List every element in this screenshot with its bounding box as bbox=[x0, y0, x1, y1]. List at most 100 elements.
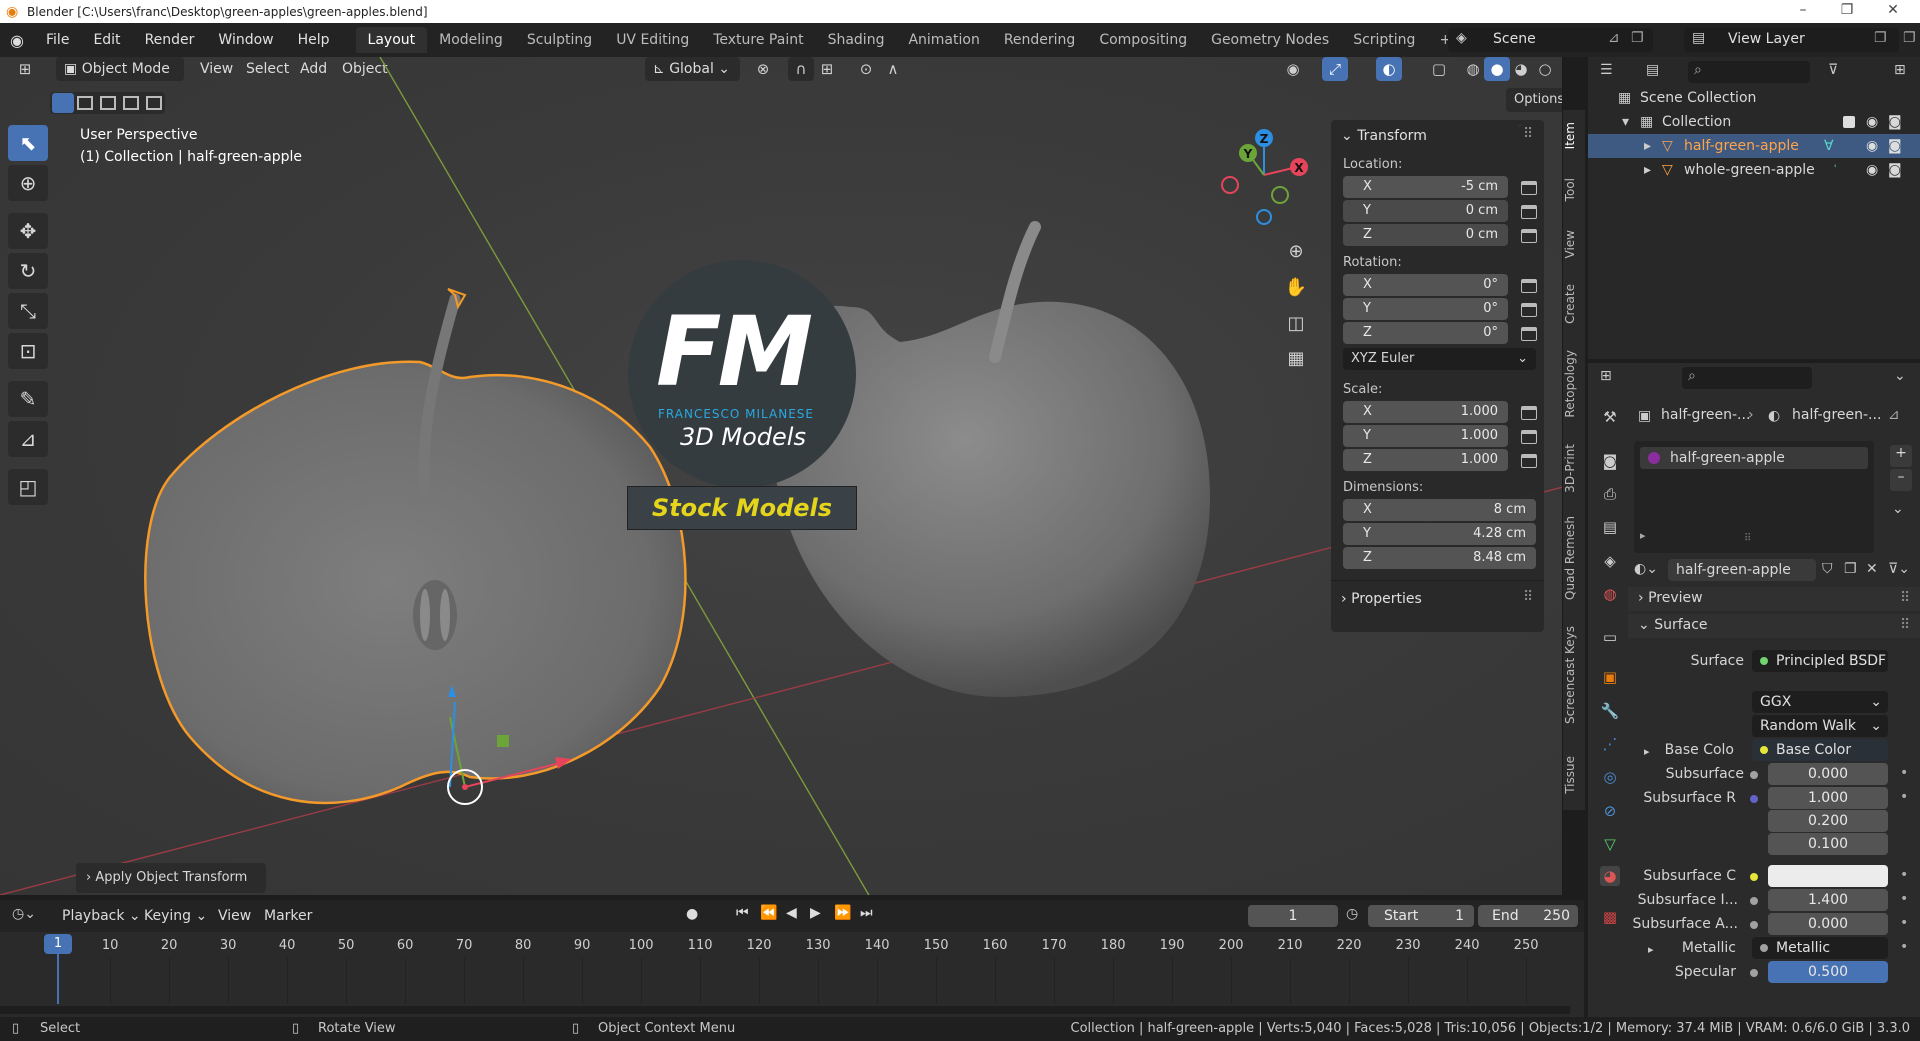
lock-icon[interactable] bbox=[1521, 205, 1537, 219]
collection-props-icon[interactable]: ▭ bbox=[1600, 627, 1620, 647]
physics-props-icon[interactable]: ◎ bbox=[1600, 767, 1620, 787]
modifier-props-icon[interactable]: 🔧 bbox=[1600, 701, 1620, 721]
keyframe-dot-icon[interactable]: • bbox=[1900, 939, 1908, 955]
outliner-item-whole-green-apple[interactable]: ▸ ▽ whole-green-apple ʿ ◉ ◙ bbox=[1588, 158, 1920, 182]
vector-socket-icon[interactable] bbox=[1750, 795, 1758, 803]
subsurface-radius-y-field[interactable]: 0.200 bbox=[1768, 810, 1888, 832]
output-props-icon[interactable]: ⎙ bbox=[1600, 484, 1620, 504]
lock-icon[interactable] bbox=[1521, 229, 1537, 243]
keyframe-dot-icon[interactable]: • bbox=[1900, 789, 1908, 805]
tab-animation[interactable]: Animation bbox=[896, 27, 991, 53]
tab-modeling[interactable]: Modeling bbox=[427, 27, 515, 53]
annotate-tool-icon[interactable]: ✎ bbox=[8, 381, 48, 417]
jump-end-icon[interactable]: ⏭ bbox=[860, 905, 873, 921]
timeline-scrollbar[interactable] bbox=[0, 1006, 1570, 1014]
outliner-scene-collection[interactable]: ▦ Scene Collection bbox=[1588, 86, 1920, 110]
tab-3d-print[interactable]: 3D-Print bbox=[1563, 444, 1585, 493]
menu-render[interactable]: Render bbox=[133, 23, 207, 57]
subsurface-anisotropy-field[interactable]: 0.000 bbox=[1768, 913, 1888, 935]
subsurface-method-dropdown[interactable]: Random Walk ⌄ bbox=[1752, 715, 1888, 737]
close-icon[interactable]: ✕ bbox=[1873, 0, 1913, 23]
rotate-tool-icon[interactable]: ↻ bbox=[8, 253, 48, 289]
modifier-icon[interactable]: ʿ bbox=[1834, 158, 1837, 182]
location-y-field[interactable]: Y 0 cm bbox=[1343, 200, 1508, 222]
data-props-icon[interactable]: ▽ bbox=[1600, 834, 1620, 854]
view-layer-props-icon[interactable]: ▤ bbox=[1600, 517, 1620, 537]
lock-icon[interactable] bbox=[1521, 406, 1537, 420]
outliner-search-input[interactable]: ⌕ bbox=[1688, 61, 1810, 83]
rotation-z-field[interactable]: Z 0° bbox=[1343, 322, 1508, 344]
expand-right-icon[interactable]: ▸ bbox=[1644, 134, 1651, 158]
tab-compositing[interactable]: Compositing bbox=[1087, 27, 1199, 53]
transform-header[interactable]: ⌄ Transform bbox=[1341, 128, 1427, 144]
material-name-field[interactable]: half-green-apple bbox=[1668, 559, 1816, 581]
measure-tool-icon[interactable]: ⊿ bbox=[8, 421, 48, 457]
tab-quad-remesh[interactable]: Quad Remesh bbox=[1563, 516, 1585, 600]
texture-props-icon[interactable]: ▩ bbox=[1600, 907, 1620, 927]
specular-field[interactable]: 0.500 bbox=[1768, 961, 1888, 983]
new-collection-icon[interactable]: ⊞ bbox=[1894, 62, 1906, 78]
tab-layout[interactable]: Layout bbox=[355, 27, 428, 53]
menu-keying[interactable]: Keying ⌄ bbox=[136, 904, 215, 928]
expand-right-icon[interactable]: ▸ bbox=[1644, 158, 1651, 182]
rotation-y-field[interactable]: Y 0° bbox=[1343, 298, 1508, 320]
material-slot-item[interactable]: half-green-apple bbox=[1640, 447, 1868, 469]
play-reverse-icon[interactable]: ◀ bbox=[786, 905, 797, 921]
lock-icon[interactable] bbox=[1521, 327, 1537, 341]
jump-keyframe-back-icon[interactable]: ⏪ bbox=[760, 905, 777, 921]
transform-tool-icon[interactable]: ⊡ bbox=[8, 333, 48, 369]
unlink-icon[interactable]: ✕ bbox=[1866, 561, 1878, 577]
constraint-props-icon[interactable]: ⊘ bbox=[1600, 801, 1620, 821]
select-box-tool-icon[interactable]: ⬉ bbox=[8, 125, 48, 161]
lock-icon[interactable] bbox=[1521, 303, 1537, 317]
color-socket-icon[interactable] bbox=[1750, 873, 1758, 881]
current-frame-field[interactable]: 1 bbox=[1248, 905, 1338, 927]
filter-icon[interactable]: ⊽⌄ bbox=[1888, 561, 1910, 577]
float-socket-icon[interactable] bbox=[1750, 771, 1758, 779]
panel-drag-icon[interactable]: ⠿ bbox=[1900, 590, 1910, 606]
navigation-gizmo[interactable]: Z X Y bbox=[1212, 125, 1322, 235]
float-socket-icon[interactable] bbox=[1750, 897, 1758, 905]
dimension-x-field[interactable]: X 8 cm bbox=[1343, 499, 1536, 521]
view-layer-selector[interactable]: ▤ View Layer ❐ bbox=[1684, 28, 1899, 52]
tab-tissue[interactable]: Tissue bbox=[1563, 756, 1585, 794]
float-socket-icon[interactable] bbox=[1750, 969, 1758, 977]
perspective-grid-icon[interactable]: ▦ bbox=[1283, 347, 1309, 371]
material-browse-icon[interactable]: ◐⌄ bbox=[1634, 561, 1658, 577]
display-mode-icon[interactable]: ▤ bbox=[1646, 62, 1659, 78]
panel-drag-icon[interactable]: ⠿ bbox=[1900, 617, 1910, 633]
pin-icon[interactable]: ⊿ bbox=[1608, 30, 1620, 46]
surface-shader-field[interactable]: Principled BSDF bbox=[1752, 650, 1888, 672]
properties-header[interactable]: › Properties bbox=[1341, 591, 1422, 607]
record-icon[interactable]: ● bbox=[686, 906, 698, 922]
subsurface-radius-z-field[interactable]: 0.100 bbox=[1768, 833, 1888, 855]
lock-icon[interactable] bbox=[1521, 430, 1537, 444]
object-props-icon[interactable]: ▣ bbox=[1600, 667, 1620, 687]
add-slot-button[interactable]: + bbox=[1890, 445, 1912, 467]
subsurface-color-swatch[interactable] bbox=[1768, 865, 1888, 887]
tab-geometry-nodes[interactable]: Geometry Nodes bbox=[1199, 27, 1341, 53]
camera-icon[interactable]: ◙ bbox=[1888, 134, 1902, 158]
float-socket-icon[interactable] bbox=[1750, 921, 1758, 929]
chevron-down-icon[interactable]: ⌄ bbox=[1894, 368, 1906, 384]
eye-icon[interactable]: ◉ bbox=[1866, 158, 1878, 182]
scene-props-icon[interactable]: ◈ bbox=[1600, 551, 1620, 571]
menu-playback[interactable]: Playback ⌄ bbox=[54, 904, 149, 928]
move-tool-icon[interactable]: ✥ bbox=[8, 213, 48, 249]
location-z-field[interactable]: Z 0 cm bbox=[1343, 224, 1508, 246]
checkbox-icon[interactable] bbox=[1843, 116, 1855, 128]
tab-sculpting[interactable]: Sculpting bbox=[515, 27, 604, 53]
yz-plane-handle[interactable] bbox=[497, 735, 509, 747]
maximize-icon[interactable]: ❐ bbox=[1827, 0, 1867, 23]
last-operator-panel[interactable]: › Apply Object Transform bbox=[76, 863, 266, 893]
scale-x-field[interactable]: X 1.000 bbox=[1343, 401, 1508, 423]
preview-panel-header[interactable]: › Preview ⠿ bbox=[1628, 587, 1920, 611]
tab-view[interactable]: View bbox=[1563, 230, 1585, 258]
rotation-mode-dropdown[interactable]: XYZ Euler ⌄ bbox=[1343, 348, 1536, 370]
tab-scripting[interactable]: Scripting bbox=[1341, 27, 1427, 53]
half-apple-mesh[interactable] bbox=[144, 360, 687, 805]
keyframe-dot-icon[interactable]: • bbox=[1900, 765, 1908, 781]
expand-down-icon[interactable]: ▾ bbox=[1622, 110, 1629, 134]
expand-right-icon[interactable]: ▸ bbox=[1640, 529, 1646, 542]
scale-y-field[interactable]: Y 1.000 bbox=[1343, 425, 1508, 447]
